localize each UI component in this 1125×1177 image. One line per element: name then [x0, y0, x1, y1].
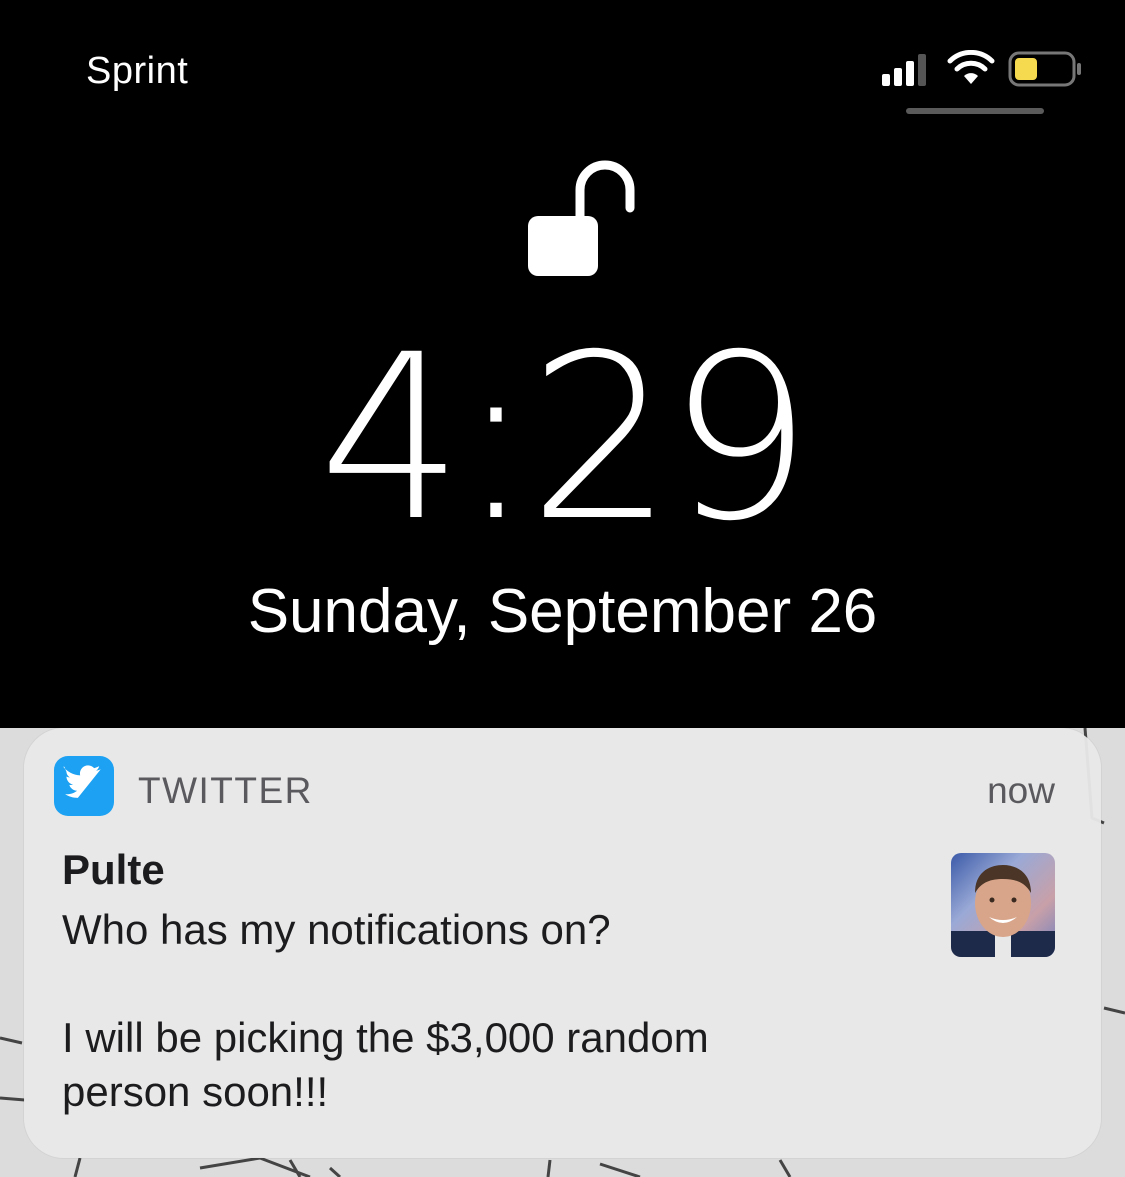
control-center-indicator[interactable] — [906, 108, 1044, 114]
notification-app-name: TWITTER — [138, 770, 313, 811]
notification-message: Who has my notifications on? I will be p… — [62, 906, 709, 1115]
carrier-label: Sprint — [86, 50, 189, 92]
status-bar: Sprint — [0, 0, 1125, 120]
notification-time: now — [987, 770, 1055, 811]
wifi-icon — [947, 50, 995, 84]
lock-screen-time: 4:29 — [318, 305, 813, 571]
notification-sender: Pulte — [62, 846, 165, 893]
cellular-signal-icon — [882, 54, 926, 86]
twitter-bird-icon — [54, 756, 114, 816]
sender-avatar — [951, 853, 1055, 957]
battery-icon — [1008, 51, 1081, 87]
lock-screen-date: Sunday, September 26 — [247, 577, 878, 646]
unlocked-padlock-icon — [528, 160, 635, 276]
notification-card[interactable]: TWITTER now Pulte Who has my notificatio… — [24, 728, 1101, 1158]
